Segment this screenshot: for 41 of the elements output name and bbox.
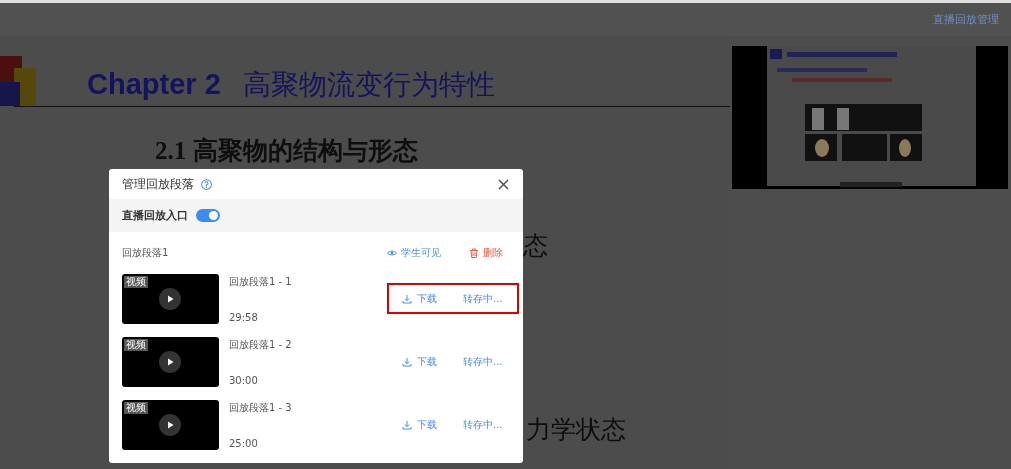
clip-duration: 30:00 xyxy=(229,375,259,386)
delete-link[interactable]: 删除 xyxy=(469,246,503,260)
slide-text: 力学状态 xyxy=(526,415,626,445)
download-link[interactable]: 下载 xyxy=(402,292,437,306)
transfer-status: 转存中... xyxy=(463,418,503,432)
video-badge: 视频 xyxy=(124,276,148,288)
page-title[interactable]: 直播回放管理 xyxy=(933,12,999,27)
play-icon[interactable] xyxy=(159,414,181,436)
dialog-title: 管理回放段落 xyxy=(122,175,194,193)
video-badge: 视频 xyxy=(124,402,148,414)
video-badge: 视频 xyxy=(124,339,148,351)
trash-icon xyxy=(469,248,479,258)
close-icon[interactable] xyxy=(498,178,509,190)
download-icon xyxy=(402,357,412,367)
play-icon[interactable] xyxy=(159,288,181,310)
clip-title: 回放段落1 - 1 xyxy=(229,275,293,289)
download-link[interactable]: 下载 xyxy=(402,355,437,369)
slide-text: 2.1 高聚物的结构与形态 xyxy=(155,136,418,166)
toggle-switch[interactable] xyxy=(196,209,220,222)
play-icon[interactable] xyxy=(159,351,181,373)
video-thumbnail[interactable]: 视频 xyxy=(122,274,219,324)
slide-heading: 高聚物流变行为特性 xyxy=(242,67,495,103)
help-icon[interactable] xyxy=(201,178,212,190)
download-icon xyxy=(402,420,412,430)
download-link[interactable]: 下载 xyxy=(402,418,437,432)
video-thumbnail[interactable]: 视频 xyxy=(122,337,219,387)
clip-duration: 25:00 xyxy=(229,438,259,449)
clip-duration: 29:58 xyxy=(229,312,259,323)
toggle-label: 直播回放入口 xyxy=(122,208,188,223)
slide-heading: Chapter 2 xyxy=(87,68,221,101)
video-thumbnail[interactable]: 视频 xyxy=(122,400,219,450)
download-icon xyxy=(402,294,412,304)
slide-text: 态 xyxy=(523,231,548,261)
clip-title: 回放段落1 - 3 xyxy=(229,401,293,415)
transfer-status: 转存中... xyxy=(463,292,503,306)
slide-decoration-icon xyxy=(0,56,36,106)
clip-title: 回放段落1 - 2 xyxy=(229,338,293,352)
eye-icon xyxy=(387,248,397,258)
transfer-status: 转存中... xyxy=(463,355,503,369)
visibility-link[interactable]: 学生可见 xyxy=(387,246,441,260)
section-title: 回放段落1 xyxy=(122,246,170,260)
